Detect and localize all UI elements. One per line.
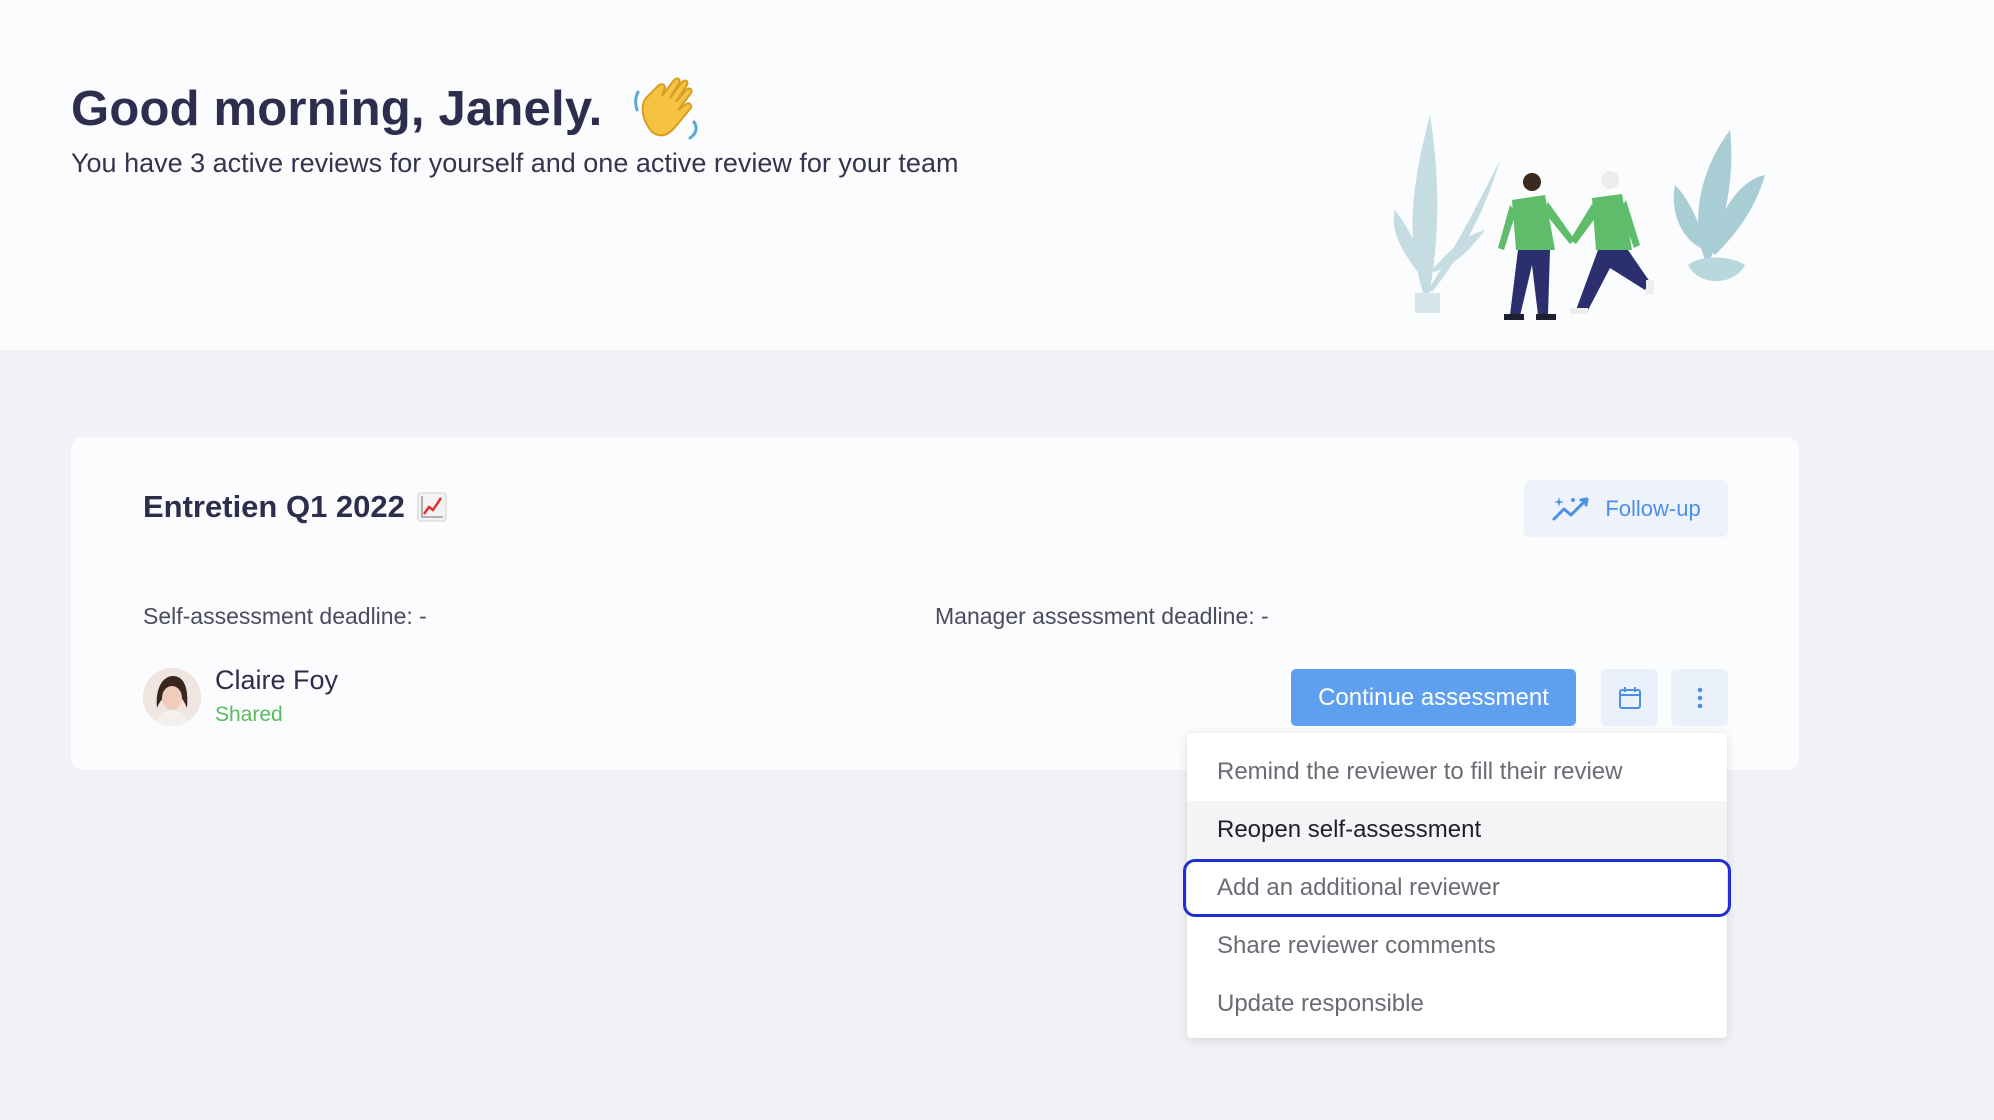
menu-item-reopen-self-assessment[interactable]: Reopen self-assessment xyxy=(1187,801,1727,859)
kebab-menu-icon xyxy=(1697,687,1702,708)
self-assessment-deadline: Self-assessment deadline: - xyxy=(143,603,427,629)
person-left xyxy=(1498,173,1575,320)
menu-item-add-additional-reviewer[interactable]: Add an additional reviewer xyxy=(1183,859,1731,917)
menu-item-share-reviewer-comments[interactable]: Share reviewer comments xyxy=(1187,917,1727,975)
hero-section: Good morning, Janely. You have 3 active … xyxy=(0,0,1994,350)
plant-left xyxy=(1393,115,1500,313)
plant-right xyxy=(1673,130,1765,282)
follow-up-label: Follow-up xyxy=(1605,495,1701,521)
review-card: Entretien Q1 2022 Follow-up Self-assessm… xyxy=(71,437,1799,770)
hero-subtitle: You have 3 active reviews for yourself a… xyxy=(71,148,959,178)
calendar-button[interactable] xyxy=(1601,669,1658,726)
status-badge: Shared xyxy=(215,703,283,726)
calendar-icon xyxy=(1618,686,1641,709)
sparkle-chart-icon xyxy=(1552,496,1589,520)
more-options-button[interactable] xyxy=(1671,669,1728,726)
waving-hand-icon xyxy=(634,77,699,140)
reviewee-name: Claire Foy xyxy=(215,665,339,695)
menu-item-remind-reviewer[interactable]: Remind the reviewer to fill their review xyxy=(1187,743,1727,801)
menu-item-update-responsible[interactable]: Update responsible xyxy=(1187,975,1727,1033)
chart-increasing-icon xyxy=(417,492,447,522)
follow-up-button[interactable]: Follow-up xyxy=(1524,480,1728,537)
person-right xyxy=(1570,171,1654,314)
greeting-row: Good morning, Janely. xyxy=(71,72,704,146)
continue-assessment-button[interactable]: Continue assessment xyxy=(1291,669,1576,726)
avatar xyxy=(143,668,201,726)
people-plants-illustration xyxy=(1393,115,1765,320)
greeting-title: Good morning, Janely. xyxy=(71,82,603,136)
review-title-row: Entretien Q1 2022 xyxy=(143,489,447,525)
more-options-menu: Remind the reviewer to fill their review… xyxy=(1183,733,1731,1038)
manager-assessment-deadline: Manager assessment deadline: - xyxy=(935,603,1269,629)
review-title: Entretien Q1 2022 xyxy=(143,489,405,524)
